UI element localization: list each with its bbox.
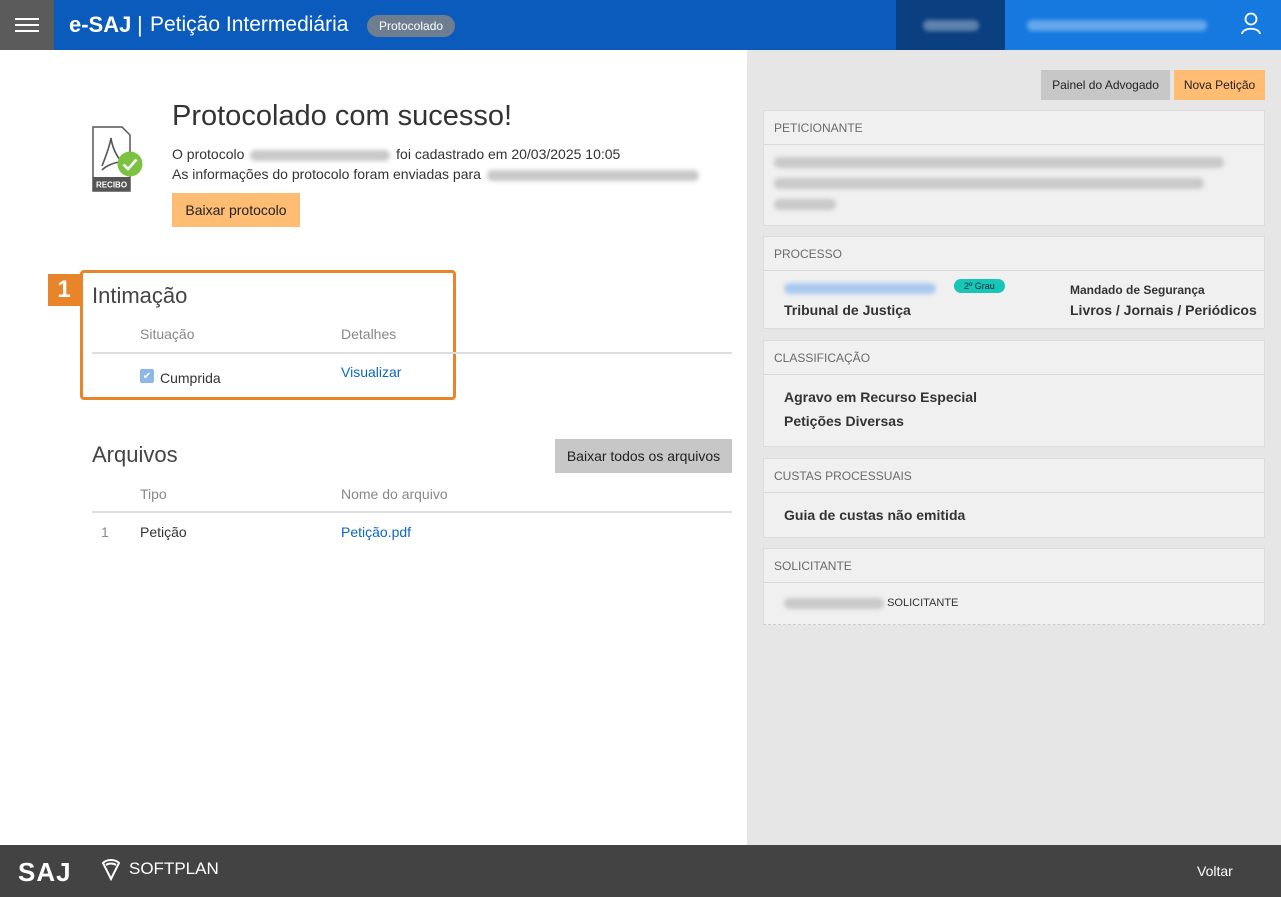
protocol-number-redacted bbox=[250, 149, 391, 161]
custas-heading: CUSTAS PROCESSUAIS bbox=[764, 459, 1264, 493]
hamburger-icon[interactable] bbox=[0, 0, 54, 50]
saj-logo: SAJ bbox=[18, 857, 72, 887]
painel-advogado-button[interactable]: Painel do Advogado bbox=[1041, 70, 1170, 100]
user-icon[interactable] bbox=[1240, 12, 1262, 36]
title-separator: | bbox=[137, 12, 143, 37]
classificacao-heading: CLASSIFICAÇÃO bbox=[764, 341, 1264, 375]
protocol-suffix: foi cadastrado em 20/03/2025 10:05 bbox=[396, 146, 621, 162]
solicitante-card: SOLICITANTE SOLICITANTE bbox=[763, 548, 1265, 625]
status-badge: Protocolado bbox=[367, 15, 456, 37]
email-line: As informações do protocolo foram enviad… bbox=[172, 166, 699, 182]
page-title: Petição Intermediária bbox=[150, 13, 349, 36]
arquivos-divider bbox=[92, 511, 732, 513]
file-index: 1 bbox=[101, 524, 109, 540]
softplan-text: SOFTPLAN bbox=[129, 859, 219, 878]
classificacao-card: CLASSIFICAÇÃO Agravo em Recurso Especial… bbox=[763, 340, 1265, 447]
col-situacao: Situação bbox=[140, 326, 195, 342]
custas-card: CUSTAS PROCESSUAIS Guia de custas não em… bbox=[763, 458, 1265, 538]
protocol-prefix: O protocolo bbox=[172, 146, 245, 162]
step-badge: 1 bbox=[48, 274, 80, 306]
voltar-link[interactable]: Voltar bbox=[1197, 863, 1233, 879]
tribunal-text: Tribunal de Justiça bbox=[784, 302, 911, 318]
email-redacted bbox=[486, 169, 699, 181]
receipt-icon: RECIBO bbox=[92, 126, 143, 192]
custas-text: Guia de custas não emitida bbox=[784, 507, 966, 523]
col-tipo: Tipo bbox=[140, 486, 167, 502]
processo-heading: PROCESSO bbox=[764, 237, 1264, 271]
solicitante-heading: SOLICITANTE bbox=[764, 549, 1264, 583]
classe-text: Mandado de Segurança bbox=[1070, 283, 1205, 297]
protocol-line: O protocolo foi cadastrado em 20/03/2025… bbox=[172, 146, 620, 162]
assunto-text: Livros / Jornais / Periódicos bbox=[1070, 302, 1257, 318]
email-prefix: As informações do protocolo foram enviad… bbox=[172, 166, 481, 182]
col-nome-arquivo: Nome do arquivo bbox=[341, 486, 448, 502]
softplan-logo: SOFTPLAN bbox=[99, 857, 219, 881]
situacao-value: Cumprida bbox=[160, 370, 221, 386]
file-type: Petição bbox=[140, 524, 187, 540]
success-title: Protocolado com sucesso! bbox=[172, 100, 513, 132]
header-blurred-block[interactable] bbox=[896, 0, 1005, 50]
process-number-redacted[interactable] bbox=[784, 283, 936, 294]
classificacao-item: Agravo em Recurso Especial bbox=[784, 389, 977, 405]
classificacao-item: Petições Diversas bbox=[784, 413, 904, 429]
softplan-icon bbox=[101, 859, 121, 881]
receipt-icon-label: RECIBO bbox=[96, 181, 127, 190]
peticionante-redacted bbox=[764, 145, 1264, 222]
nova-peticao-button[interactable]: Nova Petição bbox=[1174, 70, 1265, 100]
intimacao-title: Intimação bbox=[92, 283, 188, 308]
solicitante-name-redacted bbox=[784, 597, 884, 609]
solicitante-role: SOLICITANTE bbox=[887, 597, 959, 609]
visualizar-link[interactable]: Visualizar bbox=[341, 364, 401, 380]
download-protocol-button[interactable]: Baixar protocolo bbox=[172, 193, 300, 227]
arquivos-title: Arquivos bbox=[92, 442, 178, 467]
intimacao-divider bbox=[92, 352, 732, 354]
processo-card: PROCESSO 2º Grau Tribunal de Justiça Man… bbox=[763, 236, 1265, 329]
col-detalhes: Detalhes bbox=[341, 326, 397, 342]
brand-logo[interactable]: e-SAJ bbox=[69, 12, 131, 38]
grau-badge: 2º Grau bbox=[954, 279, 1005, 293]
peticionante-heading: PETICIONANTE bbox=[764, 111, 1264, 145]
peticionante-card: PETICIONANTE bbox=[763, 110, 1265, 226]
file-link[interactable]: Petição.pdf bbox=[341, 524, 411, 540]
check-icon: ✔ bbox=[140, 369, 154, 383]
download-all-button[interactable]: Baixar todos os arquivos bbox=[555, 439, 732, 473]
